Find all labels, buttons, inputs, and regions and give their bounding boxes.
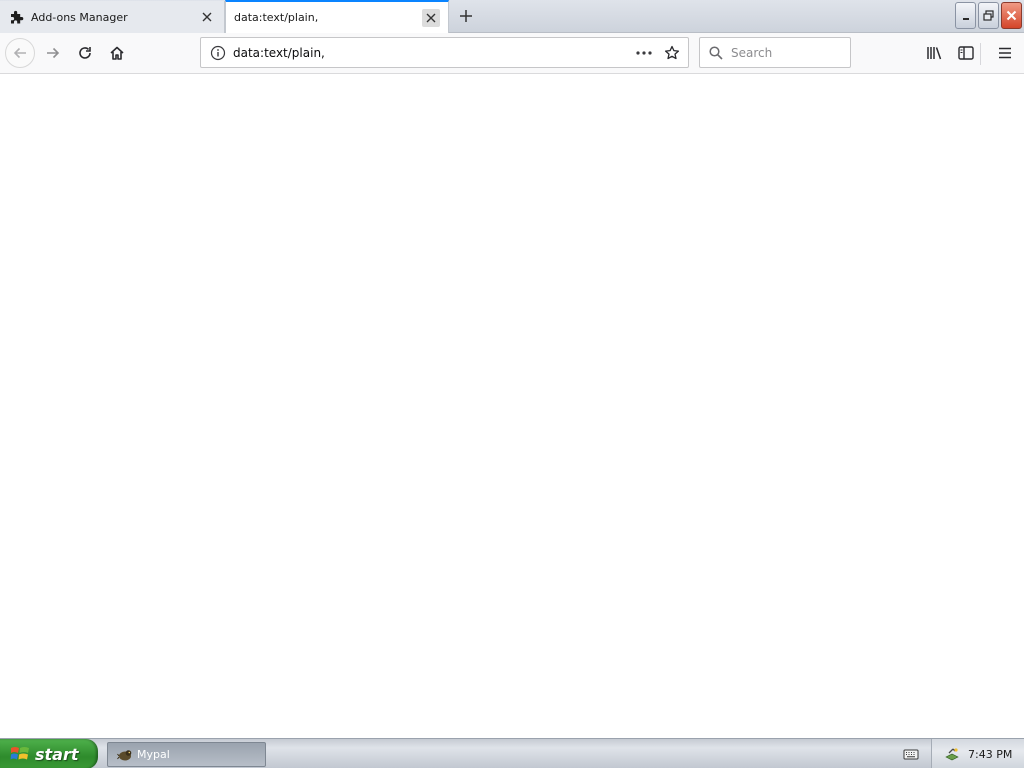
home-icon bbox=[110, 46, 124, 60]
toolbar-separator bbox=[980, 43, 981, 65]
start-button[interactable]: start bbox=[0, 739, 98, 768]
restore-icon bbox=[983, 10, 994, 21]
back-arrow-icon bbox=[13, 47, 26, 59]
page-actions-icon[interactable] bbox=[632, 41, 656, 65]
search-input[interactable] bbox=[731, 45, 841, 60]
network-tray-icon[interactable] bbox=[944, 746, 960, 762]
hamburger-menu-icon bbox=[999, 47, 1011, 59]
close-window-button[interactable] bbox=[1001, 2, 1022, 29]
back-button[interactable] bbox=[5, 38, 35, 68]
start-label: start bbox=[35, 744, 79, 764]
tab-addons-manager[interactable]: Add-ons Manager bbox=[0, 1, 225, 33]
taskbar: start Mypal 7:43 PM bbox=[0, 738, 1024, 768]
reload-button[interactable] bbox=[70, 38, 100, 68]
open-menu-button[interactable] bbox=[990, 38, 1020, 68]
system-tray: 7:43 PM bbox=[931, 739, 1024, 768]
search-icon bbox=[708, 45, 724, 61]
reload-icon bbox=[79, 47, 91, 59]
bookmark-star-icon[interactable] bbox=[660, 41, 684, 65]
page-content[interactable] bbox=[0, 74, 1024, 738]
home-button[interactable] bbox=[102, 38, 132, 68]
restore-button[interactable] bbox=[978, 2, 999, 29]
taskbar-item-mypal[interactable]: Mypal bbox=[107, 742, 266, 767]
forward-button[interactable] bbox=[38, 38, 68, 68]
close-tab-icon[interactable] bbox=[198, 8, 216, 26]
puzzle-icon bbox=[9, 9, 25, 25]
close-tab-icon[interactable] bbox=[422, 8, 440, 27]
url-bar[interactable]: data:text/plain, bbox=[200, 37, 689, 68]
search-bar[interactable] bbox=[699, 37, 851, 68]
clock[interactable]: 7:43 PM bbox=[968, 748, 1012, 761]
mypal-app-icon bbox=[117, 749, 132, 760]
taskbar-item-label: Mypal bbox=[137, 748, 170, 761]
minimize-button[interactable] bbox=[955, 2, 976, 29]
library-icon bbox=[927, 47, 942, 60]
windows-logo-icon bbox=[10, 747, 29, 760]
sidebar-toggle-button[interactable] bbox=[951, 38, 981, 68]
forward-arrow-icon bbox=[47, 47, 60, 59]
new-tab-button[interactable] bbox=[454, 5, 478, 27]
navigation-toolbar: data:text/plain, bbox=[0, 33, 1024, 74]
tab-label: data:text/plain, bbox=[234, 11, 319, 24]
url-text[interactable]: data:text/plain, bbox=[233, 46, 632, 60]
close-icon bbox=[1006, 10, 1017, 21]
tab-data-text-plain[interactable]: data:text/plain, bbox=[225, 0, 449, 33]
minimize-icon bbox=[962, 17, 969, 20]
site-info-icon[interactable] bbox=[210, 45, 226, 61]
library-button[interactable] bbox=[919, 38, 949, 68]
screen: Add-ons Manager data:text/plain, data:te… bbox=[0, 0, 1024, 768]
keyboard-icon[interactable] bbox=[903, 746, 919, 762]
tab-label: Add-ons Manager bbox=[31, 10, 128, 24]
plus-icon bbox=[460, 10, 472, 22]
sidebar-icon bbox=[958, 46, 974, 60]
tab-strip: Add-ons Manager data:text/plain, bbox=[0, 0, 1024, 33]
